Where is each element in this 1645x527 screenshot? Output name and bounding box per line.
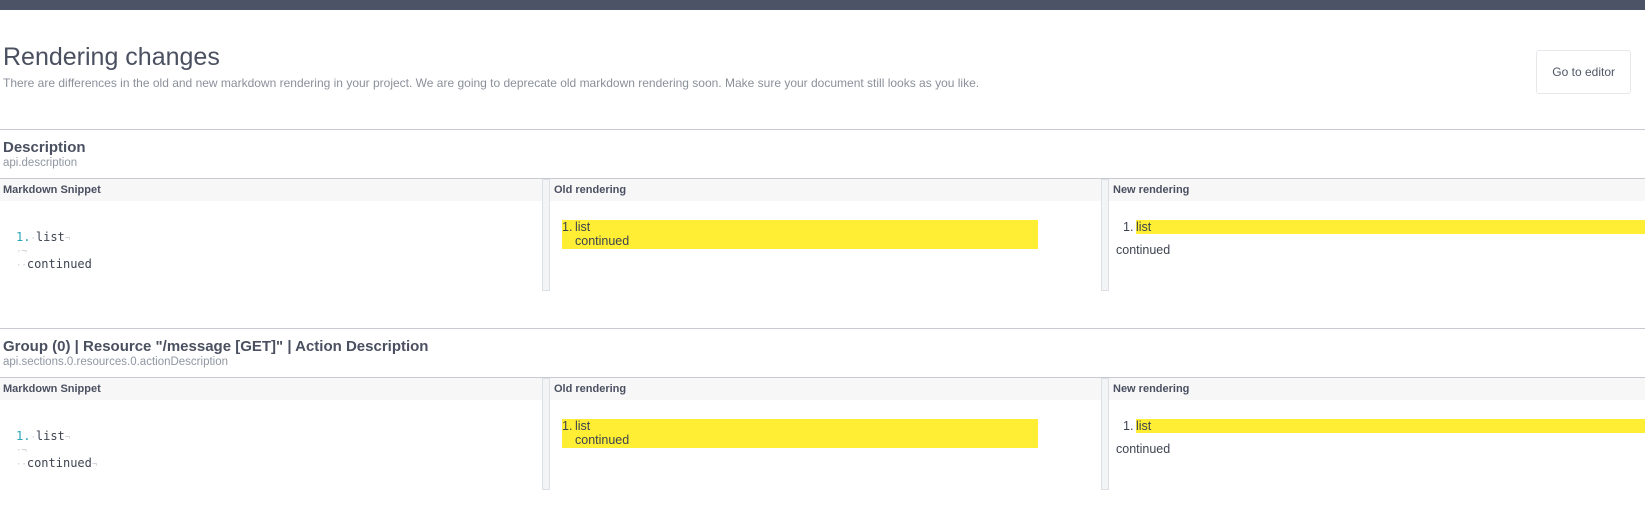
old-rendering-column: Old rendering 1. list continued	[542, 378, 1101, 527]
old-rendering-output: 1. list continued	[562, 419, 1101, 448]
new-rendering-output: 1. list	[1123, 220, 1645, 234]
new-list: 1. list	[1123, 419, 1645, 433]
diff-section: Description api.description Markdown Sni…	[0, 129, 1645, 328]
markdown-snippet[interactable]: 1.·list¬ ·¬ ··continued¬	[0, 400, 542, 470]
new-continued-paragraph: continued	[1116, 442, 1171, 456]
column-splitter[interactable]	[1101, 378, 1109, 490]
comparison-columns: Markdown Snippet 1.·list¬ ·¬ ··continued…	[0, 377, 1645, 527]
list-item: 1. list continued	[562, 220, 1038, 248]
list-number: 1.	[562, 419, 573, 433]
old-item-text: list continued	[575, 220, 630, 248]
page-header: Rendering changes There are differences …	[0, 10, 1645, 129]
newline-marker: ¬	[64, 433, 71, 443]
snippet-list-item: list	[35, 230, 65, 244]
new-rendering-column: New rendering 1. list continued	[1101, 179, 1645, 328]
new-rendering-output: 1. list	[1123, 419, 1645, 433]
new-item-text: list	[1136, 419, 1645, 433]
new-rendering-column: New rendering 1. list continued	[1101, 378, 1645, 527]
section-path: api.sections.0.resources.0.actionDescrip…	[3, 356, 229, 368]
old-rendering-label: Old rendering	[542, 179, 1101, 201]
markdown-column-label: Markdown Snippet	[0, 378, 542, 400]
snippet-continued: continued	[26, 257, 92, 271]
snippet-list-number: 1.	[16, 429, 31, 443]
markdown-column-label: Markdown Snippet	[0, 179, 542, 201]
column-splitter[interactable]	[1101, 179, 1109, 291]
page-subtitle: There are differences in the old and new…	[3, 76, 980, 90]
newline-marker: ¬	[64, 234, 71, 244]
section-title: Group (0) | Resource "/message [GET]" | …	[3, 338, 429, 355]
list-number: 1.	[1123, 220, 1134, 234]
old-list: 1. list continued	[562, 419, 1038, 447]
snippet-list-item: list	[35, 429, 65, 443]
new-continued-paragraph: continued	[1116, 243, 1171, 257]
new-rendering-label: New rendering	[1101, 378, 1645, 400]
snippet-list-number: 1.	[16, 230, 31, 244]
old-rendering-column: Old rendering 1. list continued	[542, 179, 1101, 328]
section-title: Description	[3, 139, 86, 156]
list-number: 1.	[1123, 419, 1134, 433]
page-title: Rendering changes	[3, 43, 220, 71]
markdown-snippet[interactable]: 1.·list¬ ·¬ ··continued	[0, 201, 542, 271]
newline-marker: ¬	[21, 247, 27, 257]
comparison-columns: Markdown Snippet 1.·list¬ ·¬ ··continued…	[0, 178, 1645, 328]
list-item: 1. list	[1123, 220, 1645, 234]
old-item-text: list continued	[575, 419, 630, 447]
newline-marker: ¬	[21, 446, 27, 456]
section-header: Group (0) | Resource "/message [GET]" | …	[0, 329, 1645, 377]
markdown-column: Markdown Snippet 1.·list¬ ·¬ ··continued…	[0, 378, 542, 527]
go-to-editor-button[interactable]: Go to editor	[1536, 50, 1631, 94]
old-rendering-label: Old rendering	[542, 378, 1101, 400]
newline-marker: ¬	[91, 460, 98, 470]
column-splitter[interactable]	[542, 179, 550, 291]
diff-section: Group (0) | Resource "/message [GET]" | …	[0, 328, 1645, 527]
snippet-continued: continued	[26, 456, 92, 470]
markdown-column: Markdown Snippet 1.·list¬ ·¬ ··continued	[0, 179, 542, 328]
old-highlight: 1. list continued	[562, 220, 1038, 249]
new-rendering-label: New rendering	[1101, 179, 1645, 201]
old-rendering-output: 1. list continued	[562, 220, 1101, 249]
list-number: 1.	[562, 220, 573, 234]
old-highlight: 1. list continued	[562, 419, 1038, 448]
top-bar	[0, 0, 1645, 10]
section-path: api.description	[3, 157, 78, 169]
list-item: 1. list continued	[562, 419, 1038, 447]
list-item: 1. list	[1123, 419, 1645, 433]
section-header: Description api.description	[0, 130, 1645, 178]
new-item-text: list	[1136, 220, 1645, 234]
new-list: 1. list	[1123, 220, 1645, 234]
column-splitter[interactable]	[542, 378, 550, 490]
old-list: 1. list continued	[562, 220, 1038, 248]
